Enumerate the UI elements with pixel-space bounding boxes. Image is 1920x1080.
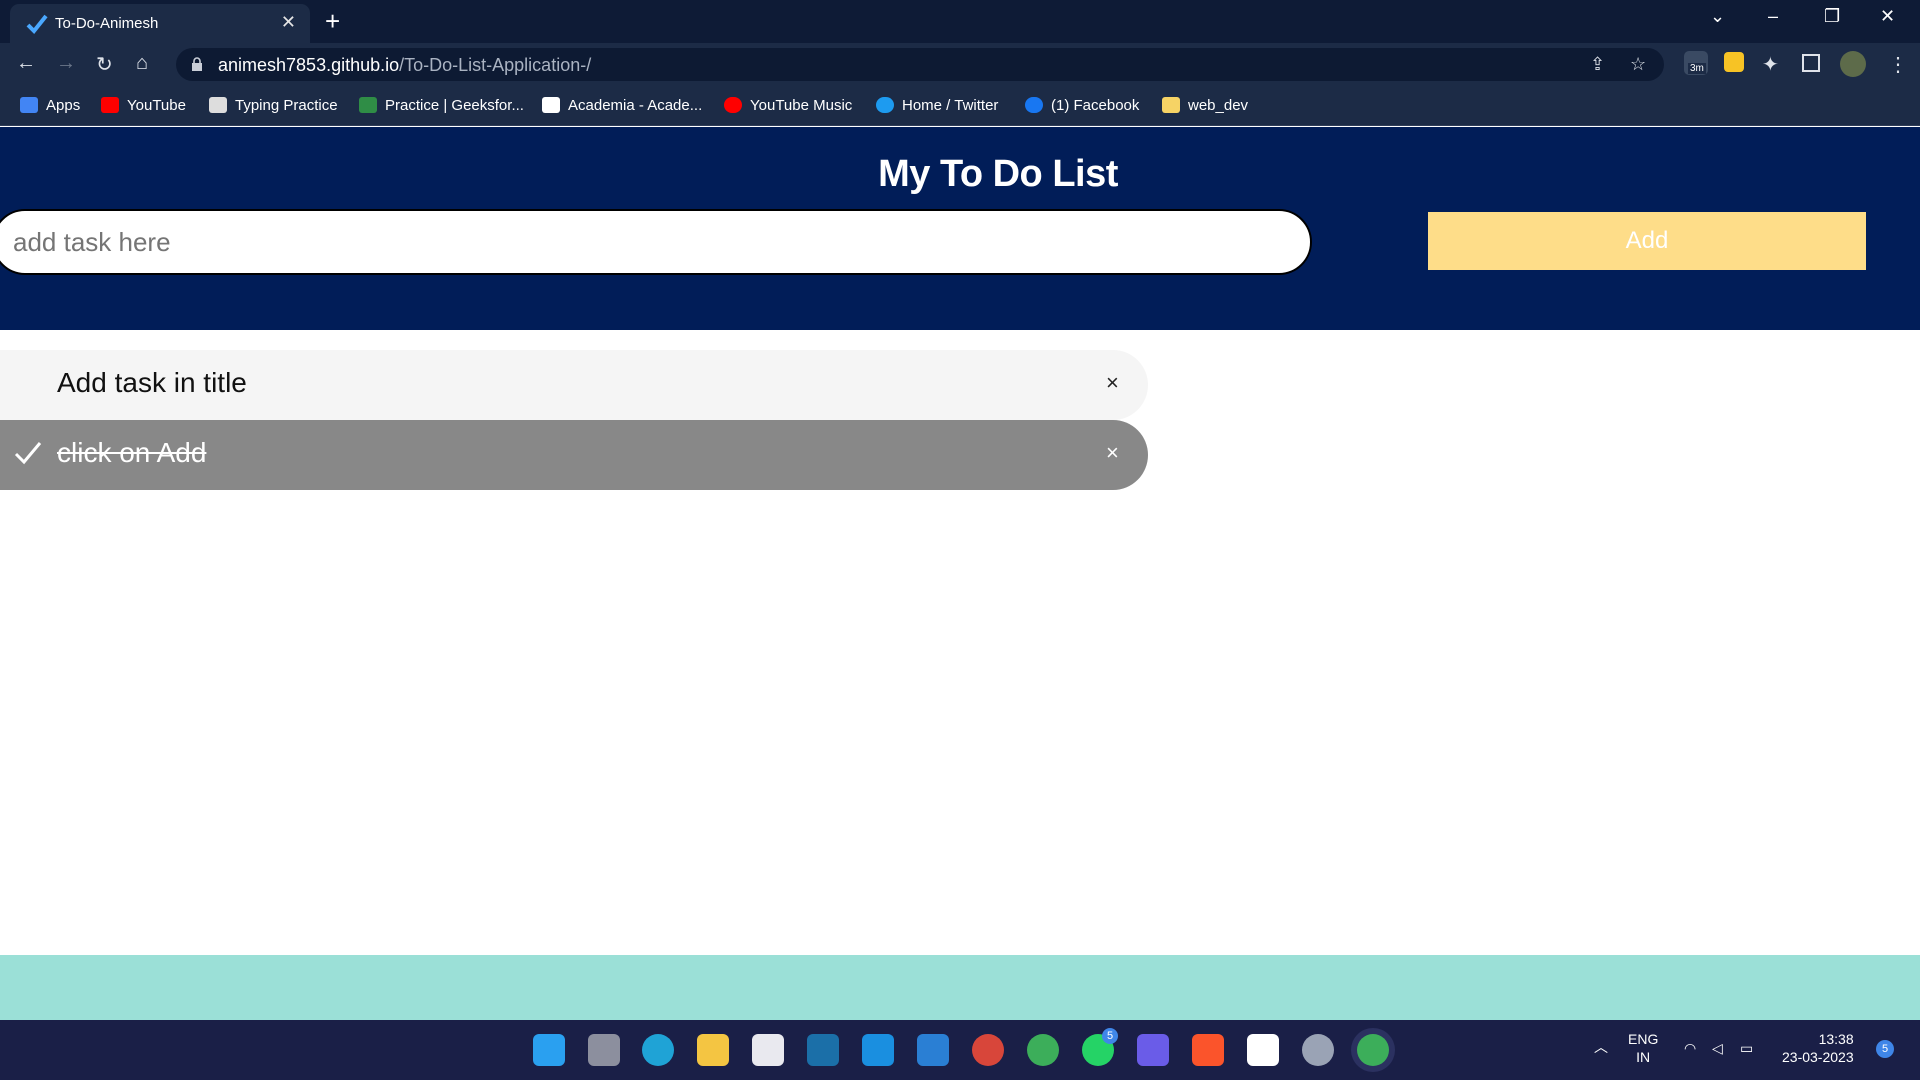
vscode-icon[interactable] — [917, 1034, 949, 1066]
url-path: /To-Do-List-Application-/ — [399, 55, 592, 75]
page-footer — [0, 955, 1920, 1020]
task-label: Add task in title — [57, 367, 247, 398]
bookmark-youtube[interactable]: YouTube — [101, 97, 186, 114]
checkmark-icon — [14, 442, 42, 465]
tab-close-icon[interactable]: ✕ — [281, 12, 296, 33]
bookmark-label: Practice | Geeksfor... — [385, 97, 524, 114]
browser-toolbar: ← → ↻ ⌂ animesh7853.github.io/To-Do-List… — [0, 43, 1920, 86]
delete-task-icon[interactable]: × — [1106, 370, 1119, 396]
l-app-icon[interactable] — [862, 1034, 894, 1066]
lock-icon — [192, 57, 202, 71]
bookmark-label: Typing Practice — [235, 97, 338, 114]
bookmark-label: YouTube — [127, 97, 186, 114]
url-text: animesh7853.github.io/To-Do-List-Applica… — [218, 55, 591, 76]
language-line2: IN — [1636, 1049, 1651, 1065]
extension-notes-icon[interactable] — [1724, 52, 1744, 72]
window-close-icon[interactable]: ✕ — [1880, 6, 1895, 27]
restore-icon[interactable]: ❐ — [1824, 6, 1840, 27]
bookmark-geeksforgeeks[interactable]: Practice | Geeksfor... — [359, 97, 524, 114]
task-label: click on Add — [57, 437, 207, 468]
bookmark-star-icon[interactable]: ☆ — [1630, 54, 1646, 75]
facebook-icon — [1025, 97, 1043, 113]
whatsapp-badge: 5 — [1102, 1028, 1118, 1044]
prime-video-icon[interactable] — [807, 1034, 839, 1066]
bookmark-label: Apps — [46, 97, 81, 114]
delete-task-icon[interactable]: × — [1106, 440, 1119, 466]
edge-icon[interactable] — [642, 1034, 674, 1066]
language-indicator[interactable]: ENG IN — [1628, 1030, 1658, 1066]
windows-taskbar: 5 ︿ ENG IN ◠ ◁ ▭ 13:38 23-03-2023 5 — [0, 1020, 1920, 1080]
notion-icon[interactable] — [1247, 1034, 1279, 1066]
tab-to-do-animesh[interactable]: To-Do-Animesh ✕ — [10, 4, 310, 43]
task-item-done[interactable]: click on Add × — [0, 420, 1148, 490]
academia-icon — [542, 97, 560, 113]
add-button[interactable]: Add — [1428, 212, 1866, 270]
extension-timer-icon[interactable]: 3m — [1684, 51, 1708, 75]
clock[interactable]: 13:38 23-03-2023 — [1782, 1030, 1854, 1066]
youtube-music-icon — [724, 97, 742, 113]
volume-icon[interactable]: ◁ — [1712, 1039, 1723, 1057]
clock-date: 23-03-2023 — [1782, 1049, 1854, 1065]
bookmark-label: Academia - Acade... — [568, 97, 703, 114]
minimize-icon[interactable]: – — [1768, 6, 1778, 27]
twitter-icon — [876, 97, 894, 113]
back-icon[interactable]: ← — [16, 52, 36, 75]
task-input[interactable] — [0, 211, 1310, 273]
apps-grid-icon — [20, 97, 38, 113]
bookmark-typing-practice[interactable]: Typing Practice — [209, 97, 338, 114]
bookmark-web-dev[interactable]: web_dev — [1162, 97, 1248, 114]
settings-icon[interactable] — [1302, 1034, 1334, 1066]
bookmark-label: (1) Facebook — [1051, 97, 1140, 114]
url-domain: animesh7853.github.io — [218, 55, 400, 75]
clipchamp-icon[interactable] — [1137, 1034, 1169, 1066]
brave-icon[interactable] — [1192, 1034, 1224, 1066]
chrome-profile-icon[interactable] — [1357, 1034, 1389, 1066]
todo-header: My To Do List Add — [0, 127, 1920, 330]
bookmark-label: YouTube Music — [750, 97, 853, 114]
address-bar[interactable]: animesh7853.github.io/To-Do-List-Applica… — [176, 48, 1664, 81]
extensions-puzzle-icon[interactable]: ✦ — [1762, 52, 1779, 77]
color-app-icon[interactable] — [972, 1034, 1004, 1066]
side-panel-icon[interactable] — [1802, 54, 1820, 72]
battery-icon[interactable]: ▭ — [1740, 1039, 1753, 1057]
forward-icon[interactable]: → — [56, 52, 76, 75]
reload-icon[interactable]: ↻ — [96, 52, 113, 77]
tab-title: To-Do-Animesh — [55, 15, 159, 32]
folder-icon — [1162, 97, 1180, 113]
whatsapp-icon[interactable]: 5 — [1082, 1028, 1118, 1066]
new-tab-button[interactable]: + — [325, 6, 340, 37]
chrome-menu-icon[interactable]: ⋮ — [1888, 52, 1908, 77]
profile-avatar[interactable] — [1840, 51, 1866, 77]
clock-time: 13:38 — [1818, 1031, 1854, 1047]
notification-badge[interactable]: 5 — [1876, 1040, 1894, 1058]
typing-practice-icon — [209, 97, 227, 113]
youtube-icon — [101, 97, 119, 113]
file-explorer-icon[interactable] — [697, 1034, 729, 1066]
wifi-icon[interactable]: ◠ — [1684, 1039, 1696, 1057]
share-icon[interactable]: ⇪ — [1590, 54, 1605, 75]
bookmark-academia[interactable]: Academia - Acade... — [542, 97, 702, 114]
bookmark-apps[interactable]: Apps — [20, 97, 80, 114]
chrome-icon[interactable] — [1027, 1034, 1059, 1066]
tab-search-icon[interactable]: ⌄ — [1710, 6, 1725, 27]
bookmark-twitter[interactable]: Home / Twitter — [876, 97, 998, 114]
start-icon[interactable] — [533, 1034, 565, 1066]
task-view-icon[interactable] — [588, 1034, 620, 1066]
browser-tabstrip: To-Do-Animesh ✕ + ⌄ – ❐ ✕ — [0, 0, 1920, 43]
tray-overflow-icon[interactable]: ︿ — [1594, 1038, 1608, 1056]
bookmark-facebook[interactable]: (1) Facebook — [1025, 97, 1139, 114]
home-icon[interactable]: ⌂ — [136, 52, 148, 75]
bookmark-youtube-music[interactable]: YouTube Music — [724, 97, 852, 114]
geeksforgeeks-icon — [359, 97, 377, 113]
store-icon[interactable] — [752, 1034, 784, 1066]
bookmarks-bar: Apps YouTube Typing Practice Practice | … — [0, 86, 1920, 126]
language-line1: ENG — [1628, 1031, 1659, 1047]
task-item[interactable]: Add task in title × — [0, 350, 1148, 420]
bookmark-label: web_dev — [1188, 97, 1249, 114]
checkmark-favicon-icon — [26, 14, 48, 34]
task-list: Add task in title × click on Add × — [0, 350, 1148, 490]
bookmark-label: Home / Twitter — [902, 97, 999, 114]
page-title: My To Do List — [878, 153, 1118, 195]
extension-badge: 3m — [1688, 63, 1706, 74]
